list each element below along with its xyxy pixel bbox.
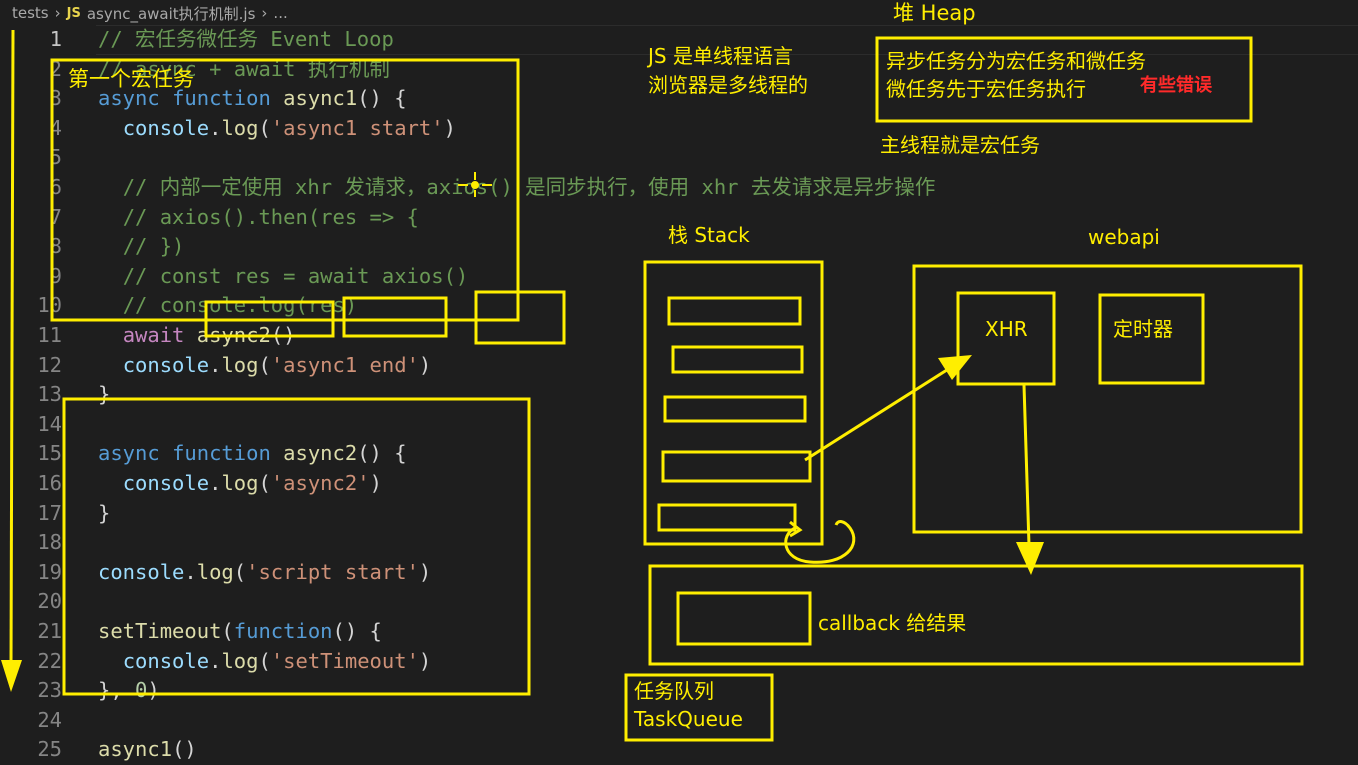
highlight-box — [474, 290, 566, 345]
micro-before-macro-note: 微任务先于宏任务执行 — [886, 77, 1086, 101]
first-macrotask-box — [50, 58, 520, 322]
arrow-xhr-to-queue — [1016, 384, 1044, 575]
callback-item-box — [676, 591, 812, 646]
callback-label: callback 给结果 — [818, 611, 967, 635]
highlight-box — [342, 296, 448, 338]
stack-frame — [667, 296, 802, 326]
first-macrotask-label: 第一个宏任务 — [68, 67, 194, 91]
stack-frame — [663, 395, 807, 423]
js-single-thread-note: JS 是单线程语言 — [648, 44, 793, 68]
error-note: 有些错误 — [1140, 75, 1212, 96]
async-split-note: 异步任务分为宏任务和微任务 — [886, 49, 1146, 73]
stack-frame — [657, 503, 797, 532]
task-queue-cn-label: 任务队列 — [634, 679, 714, 703]
timer-label: 定时器 — [1113, 317, 1173, 341]
stack-frame — [661, 450, 812, 483]
main-thread-note: 主线程就是宏任务 — [880, 133, 1040, 157]
cursor-crosshair — [458, 172, 492, 197]
timeline-arrow — [1, 29, 22, 692]
annotation-drawing — [1, 29, 1304, 742]
task-queue-en-label: TaskQueue — [634, 707, 743, 731]
stack-label: 栈 Stack — [668, 223, 750, 247]
xhr-label: XHR — [985, 317, 1028, 341]
event-loop-curl — [784, 520, 856, 564]
webapi-box — [912, 264, 1303, 534]
stack-box — [643, 260, 824, 546]
second-block-box — [62, 397, 531, 696]
stack-frame — [671, 345, 804, 374]
browser-multi-thread-note: 浏览器是多线程的 — [648, 73, 808, 97]
webapi-label: webapi — [1088, 225, 1160, 249]
callback-queue-box — [648, 564, 1304, 666]
arrow-stack-to-xhr — [804, 355, 972, 462]
heap-label: 堆 Heap — [893, 1, 976, 25]
